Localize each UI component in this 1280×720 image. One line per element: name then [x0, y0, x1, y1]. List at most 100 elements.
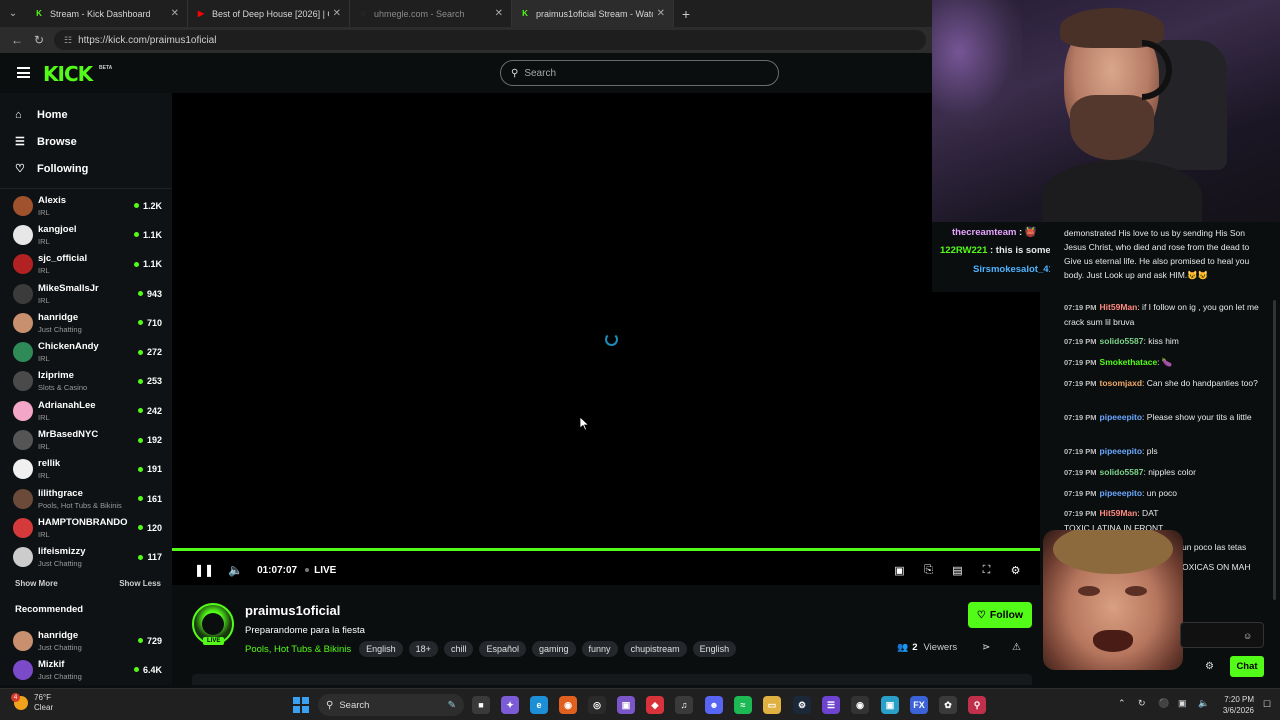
menu-icon[interactable] [17, 67, 30, 78]
picture-in-picture-icon[interactable]: ▣ [885, 561, 914, 579]
chat-username[interactable]: pipeeepito [1100, 412, 1143, 422]
browser-tab[interactable]: ◌ uhmegle.com - Search ✕ [350, 0, 512, 27]
tab-search-menu-icon[interactable]: ⌄ [0, 0, 26, 27]
channel-item[interactable]: ChickenAndy IRL 272 [0, 337, 172, 366]
taskbar-clock[interactable]: 7:20 PM 3/6/2026 [1218, 694, 1254, 716]
channel-item[interactable]: rellik IRL 191 [0, 455, 172, 484]
weather-widget[interactable]: 4 76°F Clear [11, 693, 53, 713]
copilot-icon[interactable]: ✦ [501, 696, 519, 714]
sidebar-nav-home[interactable]: ⌂ Home [0, 101, 172, 128]
speaker-icon[interactable]: 🔈 [1198, 698, 1209, 709]
chat-username[interactable]: solido5587 [1100, 467, 1144, 477]
share-icon[interactable]: ⋗ [982, 642, 990, 653]
tray-sync-icon[interactable]: ↻ [1138, 698, 1146, 709]
tab-close-icon[interactable]: ✕ [495, 8, 503, 19]
fx-app-icon[interactable]: FX [910, 696, 928, 714]
streamer-name[interactable]: praimus1oficial [245, 603, 340, 618]
address-bar[interactable]: ☷ https://kick.com/praimus1oficial [54, 30, 926, 50]
stream-tag[interactable]: chill [443, 641, 474, 657]
browser-tab[interactable]: ▶ Best of Deep House [2026] | Chill M ✕ [188, 0, 350, 27]
browser-tab[interactable]: K Stream - Kick Dashboard ✕ [26, 0, 188, 27]
chat-username[interactable]: Smokethatace [1100, 357, 1158, 367]
channel-item[interactable]: hanridge Just Chatting 729 [0, 626, 172, 655]
channel-item[interactable]: lilithgrace Pools, Hot Tubs & Bikinis 161 [0, 484, 172, 513]
notification-bell-icon[interactable]: ☐ [1263, 699, 1271, 710]
channel-item[interactable]: Mizkif Just Chatting 6.4K [0, 655, 172, 684]
channel-item[interactable]: MrBasedNYC IRL 192 [0, 425, 172, 454]
chat-username[interactable]: pipeeepito [1100, 446, 1143, 456]
report-warning-icon[interactable]: ⚠ [1012, 642, 1021, 653]
show-less-button[interactable]: Show Less [119, 579, 161, 596]
tray-overflow-icon[interactable]: ⌃ [1118, 698, 1126, 709]
live-progress-bar[interactable] [172, 548, 1040, 551]
channel-item[interactable]: MikeSmallsJr IRL 943 [0, 279, 172, 308]
follow-button[interactable]: ♡ Follow [968, 602, 1032, 628]
search-input[interactable] [524, 67, 755, 79]
spotify-icon[interactable]: ≈ [734, 696, 752, 714]
tab-close-icon[interactable]: ✕ [171, 8, 179, 19]
new-tab-button[interactable]: + [674, 6, 698, 22]
channel-item[interactable]: Iziprime Slots & Casino 253 [0, 367, 172, 396]
stream-tag[interactable]: 18+ [408, 641, 438, 657]
stream-tag[interactable]: Español [479, 641, 526, 657]
channel-item[interactable]: lifeismizzy Just Chatting 117 [0, 543, 172, 572]
stream-tag[interactable]: English [359, 641, 403, 657]
emoji-icon[interactable]: ☺ [1243, 631, 1252, 641]
taskbar-search[interactable]: ⚲ Search ✎ [318, 694, 464, 716]
music-app-icon[interactable]: ♫ [675, 696, 693, 714]
chat-scrollbar[interactable] [1273, 300, 1276, 600]
channel-item[interactable]: kangjoel IRL 1.1K [0, 220, 172, 249]
show-more-button[interactable]: Show More [15, 579, 58, 596]
edge-browser-icon[interactable]: e [530, 696, 548, 714]
channel-item[interactable]: sjc_official IRL 1.1K [0, 250, 172, 279]
paint-app-icon[interactable]: ✿ [939, 696, 957, 714]
chrome-icon[interactable]: ◎ [588, 696, 606, 714]
chat-username[interactable]: tosomjaxd [1100, 378, 1143, 388]
settings-gear-icon[interactable]: ⚙ [1001, 561, 1030, 579]
sidebar-nav-following[interactable]: ♡ Following [0, 155, 172, 182]
twitch-icon[interactable]: ▣ [617, 696, 635, 714]
discord-icon[interactable]: ☻ [705, 696, 723, 714]
stream-tag[interactable]: funny [581, 641, 618, 657]
channel-item[interactable]: HAMPTONBRANDO IRL 120 [0, 513, 172, 542]
editor-app-icon[interactable]: ☰ [822, 696, 840, 714]
browser-tab[interactable]: Kpraimus1oficial Stream - Watch Liv ✕ [512, 0, 674, 27]
theater-mode-icon[interactable]: ▤ [943, 561, 972, 579]
maps-app-icon[interactable]: ⚲ [968, 696, 986, 714]
chat-settings-icon[interactable]: ⚙ [1205, 661, 1214, 672]
streamlabs-icon[interactable]: ◆ [646, 696, 664, 714]
pause-icon[interactable]: ❚❚ [194, 563, 214, 577]
stream-tag[interactable]: gaming [532, 641, 576, 657]
chat-username[interactable]: Hit59Man [1100, 302, 1138, 312]
chat-username[interactable]: solido5587 [1100, 336, 1144, 346]
search-box[interactable]: ⚲ [500, 60, 779, 86]
channel-item[interactable]: Alexis IRL 1.2K [0, 191, 172, 220]
kick-logo[interactable]: KICK [43, 62, 93, 86]
reload-icon[interactable]: ↻ [28, 33, 50, 47]
stream-tag[interactable]: chupistream [623, 641, 687, 657]
channel-item[interactable]: AdrianahLee IRL 242 [0, 396, 172, 425]
chat-username[interactable]: Hit59Man [1100, 508, 1138, 518]
file-explorer-icon[interactable]: ▭ [763, 696, 781, 714]
live-label[interactable]: LIVE [314, 565, 336, 576]
chat-username[interactable]: pipeeepito [1100, 488, 1143, 498]
stream-tag[interactable]: English [692, 641, 737, 657]
back-icon[interactable]: ← [6, 33, 28, 47]
tab-close-icon[interactable]: ✕ [657, 8, 665, 19]
volume-icon[interactable]: 🔈 [228, 563, 243, 577]
firefox-icon[interactable]: ◉ [559, 696, 577, 714]
obs-icon[interactable]: ◉ [851, 696, 869, 714]
windows-start-icon[interactable] [293, 697, 309, 713]
channel-item[interactable]: hanridge Just Chatting 710 [0, 308, 172, 337]
tab-close-icon[interactable]: ✕ [333, 8, 341, 19]
site-info-icon[interactable]: ☷ [64, 35, 72, 46]
steam-icon[interactable]: ⚙ [793, 696, 811, 714]
video-player[interactable]: ❚❚ 🔈 01:07:07 LIVE ▣ ⎘ ▤ ⛶ ⚙ [172, 93, 1040, 585]
microphone-icon[interactable]: ⚫ [1158, 698, 1169, 709]
network-icon[interactable]: ▣ [1178, 698, 1187, 709]
task-view-icon[interactable]: ■ [472, 696, 490, 714]
app-icon[interactable]: ▣ [881, 696, 899, 714]
fullscreen-icon[interactable]: ⛶ [972, 561, 1001, 579]
clip-icon[interactable]: ⎘ [914, 561, 943, 579]
stream-category-link[interactable]: Pools, Hot Tubs & Bikinis [245, 644, 351, 655]
